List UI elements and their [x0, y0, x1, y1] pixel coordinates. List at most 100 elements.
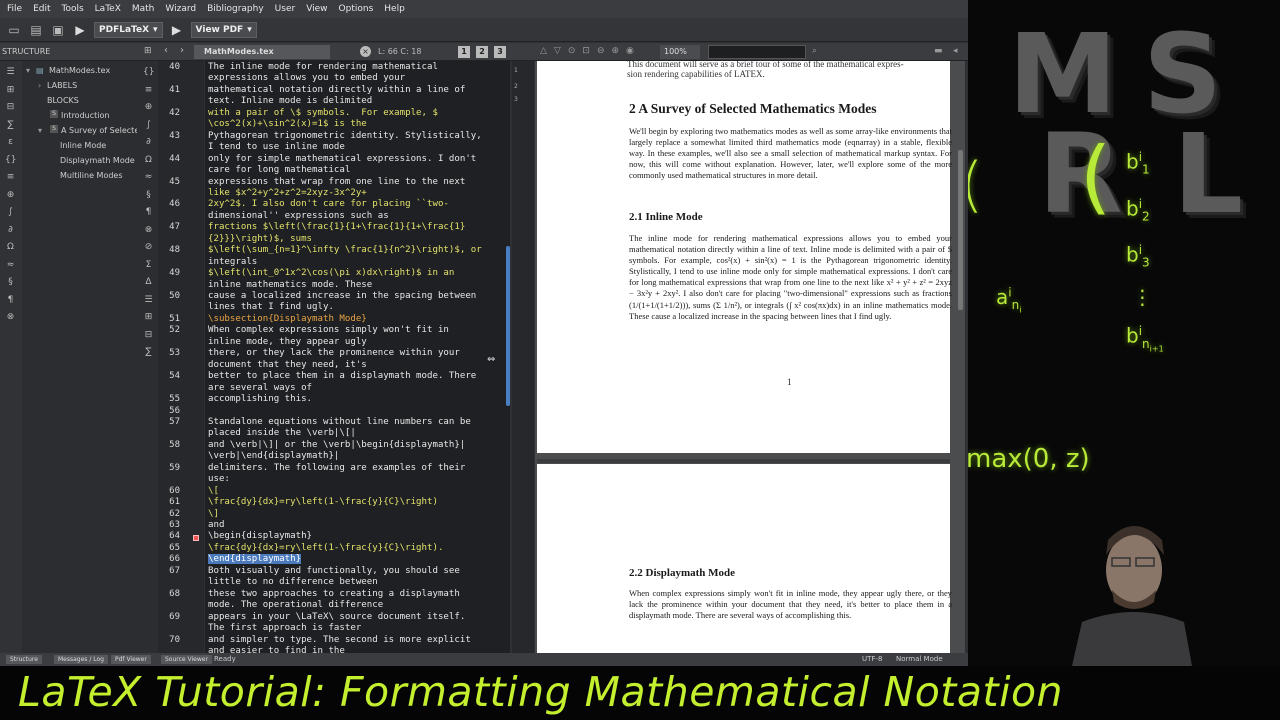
pdf-viewer[interactable]: This document will serve as a brief tour…	[535, 61, 965, 653]
symbol-panel-icon[interactable]: ⊗	[143, 225, 154, 236]
symbol-panel-icon[interactable]: ≡	[143, 85, 154, 96]
code-line[interactable]: with a pair of \$ symbols. For example, …	[208, 108, 438, 118]
search-icon[interactable]: ⌕	[812, 46, 817, 56]
code-line[interactable]: inline mode, they appear ugly	[208, 337, 367, 347]
code-line[interactable]: appears in your \LaTeX\ source document …	[208, 612, 465, 622]
status-tab-structure[interactable]: Structure	[6, 655, 42, 664]
symbol-panel-icon[interactable]: ≈	[5, 260, 16, 271]
symbol-panel-icon[interactable]: ⊟	[5, 102, 16, 113]
status-encoding[interactable]: UTF-8	[862, 655, 882, 663]
menu-tools[interactable]: Tools	[59, 4, 92, 14]
menu-math[interactable]: Math	[129, 4, 163, 14]
code-line[interactable]: expressions allows you to embed your	[208, 73, 405, 83]
back-arrow-icon[interactable]: ‹	[164, 45, 168, 56]
symbol-panel-icon[interactable]: Ω	[143, 155, 154, 166]
symbol-panel-icon[interactable]: ⊗	[5, 312, 16, 323]
code-line[interactable]: \begin{displaymath}	[208, 531, 312, 541]
code-line[interactable]: only for simple mathematical expressions…	[208, 154, 476, 164]
code-line[interactable]: \cos^2(x)+\sin^2(x)=1$ is the	[208, 119, 367, 129]
code-line[interactable]: The inline mode for rendering mathematic…	[208, 62, 438, 72]
status-tab-pdf-viewer[interactable]: Pdf Viewer	[111, 655, 151, 664]
symbol-panel-icon[interactable]: ¶	[5, 295, 16, 306]
symbol-panel-icon[interactable]: ε	[5, 137, 16, 148]
forward-arrow-icon[interactable]: ›	[180, 45, 184, 56]
code-line[interactable]: these two approaches to creating a displ…	[208, 589, 460, 599]
symbol-panel-icon[interactable]: ∂	[5, 225, 16, 236]
pdf-scrollbar[interactable]	[958, 150, 963, 310]
symbol-panel-icon[interactable]: Σ	[143, 260, 154, 271]
menu-wizard[interactable]: Wizard	[162, 4, 204, 14]
code-line[interactable]: \subsection{Displaymath Mode}	[208, 314, 367, 324]
view-play-icon[interactable]: ▶	[169, 22, 185, 38]
code-line[interactable]: Both visually and functionally, you shou…	[208, 566, 460, 576]
open-folder-icon[interactable]: ▤	[28, 22, 44, 38]
code-line[interactable]: delimiters. The following are examples o…	[208, 463, 465, 473]
eye-icon[interactable]: ◉	[626, 46, 634, 56]
symbol-panel-icon[interactable]: §	[5, 277, 16, 288]
code-line[interactable]: integrals	[208, 257, 257, 267]
tree-file[interactable]: MathModes.tex	[49, 66, 110, 75]
tree-labels[interactable]: LABELS	[47, 81, 77, 90]
panel-toggle-icon[interactable]: ⊞	[144, 46, 152, 56]
expand-arrow-icon[interactable]: ▾	[38, 126, 42, 135]
symbol-panel-icon[interactable]: ≡	[5, 172, 16, 183]
menu-bibliography[interactable]: Bibliography	[204, 4, 272, 14]
code-line[interactable]: fractions $\left(\frac{1}{1+\frac{1}{1+\…	[208, 222, 465, 232]
tree-blocks[interactable]: BLOCKS	[47, 96, 79, 105]
view-3-button[interactable]: 3	[494, 46, 506, 58]
expand-arrow-icon[interactable]: ▾	[26, 66, 30, 75]
code-line[interactable]: cause a localized increase in the spacin…	[208, 291, 476, 301]
viewer-select[interactable]: View PDF ▾	[190, 21, 257, 38]
tree-multiline-modes[interactable]: Multiline Modes	[60, 171, 123, 180]
symbol-panel-icon[interactable]: {}	[5, 155, 16, 166]
code-line[interactable]: 2xy^2$. I also don't care for placing ``…	[208, 199, 449, 209]
code-line[interactable]: text. Inline mode is delimited	[208, 96, 372, 106]
code-line[interactable]: and	[208, 520, 224, 530]
symbol-panel-icon[interactable]: ⊟	[143, 330, 154, 341]
symbol-panel-icon[interactable]: ☰	[143, 295, 154, 306]
symbol-panel-icon[interactable]: ⊕	[5, 190, 16, 201]
code-line[interactable]: {2}}}\right)$, sums	[208, 234, 312, 244]
code-line[interactable]: $\left(\int_0^1x^2\cos(\pi x)dx\right)$ …	[208, 268, 454, 278]
symbol-panel-icon[interactable]: ⊕	[143, 102, 154, 113]
zoom-out-icon[interactable]: ⊖	[597, 46, 605, 56]
zoom-in-icon[interactable]: ⊕	[611, 46, 619, 56]
symbol-panel-icon[interactable]: {}	[143, 67, 154, 78]
code-line[interactable]: expressions that wrap from one line to t…	[208, 177, 465, 187]
menu-view[interactable]: View	[303, 4, 335, 14]
symbol-panel-icon[interactable]: ∑	[143, 347, 154, 358]
symbol-panel-icon[interactable]: ∂	[143, 137, 154, 148]
code-line[interactable]: document that they need, it's	[208, 360, 367, 370]
menu-file[interactable]: File	[4, 4, 30, 14]
symbol-panel-icon[interactable]: ∫	[5, 207, 16, 218]
sync-icon[interactable]: ⊙	[568, 46, 576, 56]
pdf-search-input[interactable]	[708, 45, 806, 59]
code-line[interactable]: inline mathematics mode. These	[208, 280, 372, 290]
code-line[interactable]: accomplishing this.	[208, 394, 312, 404]
compiler-select[interactable]: PDFLaTeX ▾	[94, 21, 163, 38]
menu-user[interactable]: User	[272, 4, 304, 14]
symbol-panel-icon[interactable]: ¶	[143, 207, 154, 218]
zoom-select[interactable]: 100%	[660, 45, 700, 59]
code-line[interactable]: little to no difference between	[208, 577, 378, 587]
fit-icon[interactable]: ⊡	[582, 46, 590, 56]
status-tab-source-viewer[interactable]: Source Viewer	[161, 655, 212, 664]
code-line[interactable]: use:	[208, 474, 230, 484]
code-line[interactable]: there, or they lack the prominence withi…	[208, 348, 460, 358]
code-line[interactable]: mode. The operational difference	[208, 600, 383, 610]
code-line[interactable]: care for long mathematical	[208, 165, 350, 175]
code-line[interactable]: better to place them in a displaymath mo…	[208, 371, 476, 381]
code-line[interactable]: \end{displaymath}	[208, 554, 302, 565]
save-icon[interactable]: ▣	[50, 22, 66, 38]
down-arrow-icon[interactable]: ▽	[554, 46, 561, 56]
symbol-panel-icon[interactable]: ∫	[143, 120, 154, 131]
menu-latex[interactable]: LaTeX	[92, 4, 129, 14]
tree-inline-mode[interactable]: Inline Mode	[60, 141, 106, 150]
symbol-panel-icon[interactable]: ⊞	[143, 312, 154, 323]
code-line[interactable]: Standalone equations without line number…	[208, 417, 471, 427]
code-line[interactable]: When complex expressions simply won't fi…	[208, 325, 449, 335]
file-tab-mathmodes[interactable]: MathModes.tex	[194, 45, 330, 59]
code-line[interactable]: are several ways of	[208, 383, 312, 393]
code-line[interactable]: and simpler to type. The second is more …	[208, 635, 471, 645]
code-line[interactable]: The first approach is faster	[208, 623, 361, 633]
